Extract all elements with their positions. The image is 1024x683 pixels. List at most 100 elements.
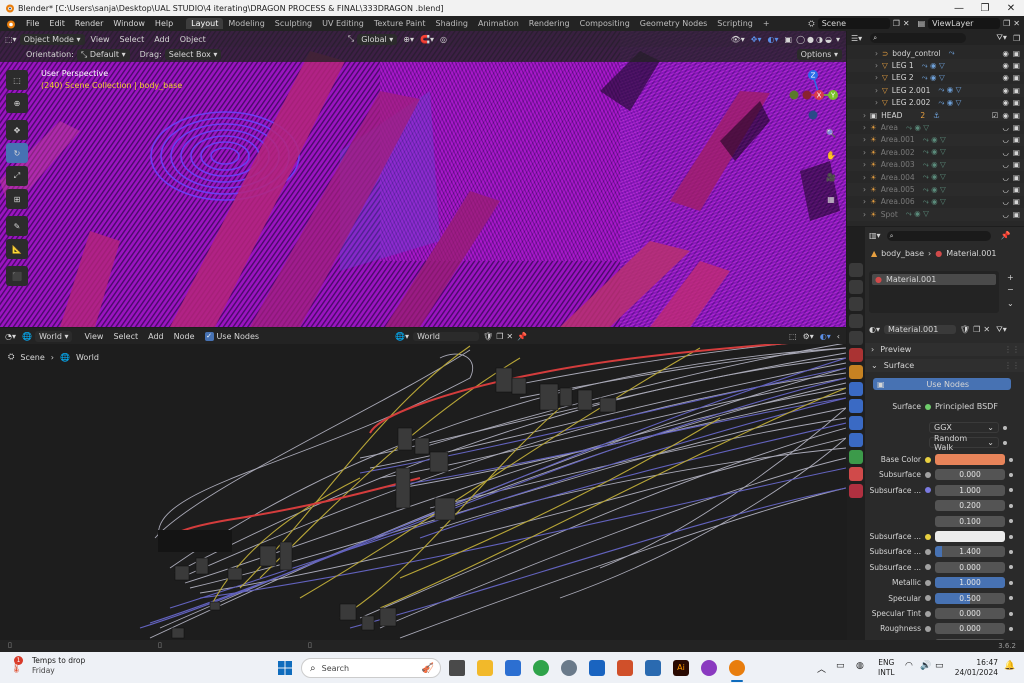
view-layer-tab-icon[interactable] (849, 314, 863, 328)
node-editor-type-icon[interactable]: ◔▾ (5, 332, 16, 341)
expand-chevron-icon[interactable]: › (863, 173, 866, 182)
material-slot-list[interactable]: ● Material.001 (869, 271, 999, 313)
outliner-editor-icon[interactable]: ☰▾ (851, 34, 862, 43)
shader-input-value[interactable] (935, 454, 1005, 465)
tab-shading[interactable]: Shading (430, 18, 473, 29)
tab-texture-paint[interactable]: Texture Paint (369, 18, 431, 29)
annotate-tool[interactable]: ✎ (6, 216, 28, 236)
shader-input-value[interactable]: 0.200 (935, 500, 1005, 512)
socket-dot-icon[interactable] (925, 610, 931, 617)
eye-closed-icon[interactable]: ◡ (1002, 148, 1009, 157)
render-camera-icon[interactable]: ▣ (1013, 73, 1020, 82)
shading-rendered-icon[interactable]: ◒ (825, 35, 832, 44)
outliner-item-name[interactable]: LEG 1 (892, 61, 914, 70)
expand-chevron-icon[interactable]: › (875, 73, 878, 82)
expand-chevron-icon[interactable]: › (863, 197, 866, 206)
new-view-layer-icon[interactable]: ❐ (1003, 19, 1010, 28)
perspective-grid-icon[interactable]: ▦ (822, 190, 840, 208)
shader-input-value[interactable]: 0.500 (935, 592, 1005, 604)
menu-file[interactable]: File (21, 19, 44, 28)
world-browse-icon[interactable]: 🌐▾ (395, 332, 409, 341)
tab-uv-editing[interactable]: UV Editing (317, 18, 369, 29)
texture-tab-icon[interactable] (849, 484, 863, 498)
viewport-menu-select[interactable]: Select (116, 34, 149, 45)
viewport-menu-view[interactable]: View (87, 34, 114, 45)
tab-geometry-nodes[interactable]: Geometry Nodes (635, 18, 712, 29)
pan-hand-icon[interactable]: ✋ (822, 146, 840, 164)
use-nodes-checkbox[interactable]: ✓ (204, 331, 214, 341)
world-unlink-icon[interactable]: ✕ (506, 332, 513, 341)
eye-closed-icon[interactable]: ◡ (1002, 197, 1009, 206)
scene-field[interactable]: Scene (817, 18, 890, 29)
navigation-gizmo[interactable]: Z Y X (786, 67, 842, 123)
shader-input-value[interactable] (935, 531, 1005, 542)
modifier-tab-icon[interactable] (849, 382, 863, 396)
eye-icon[interactable]: ◉ (1002, 98, 1009, 107)
node-overlay-toggle-icon[interactable]: ◐▾ (820, 332, 831, 341)
move-tool[interactable]: ✥ (6, 120, 28, 140)
select-box-tool[interactable]: ⬚ (6, 70, 28, 90)
render-camera-icon[interactable]: ▣ (1013, 185, 1020, 194)
eye-icon[interactable]: ◉ (1002, 73, 1009, 82)
close-icon[interactable]: ✕ (998, 3, 1024, 14)
tab-scripting[interactable]: Scripting (712, 18, 758, 29)
blender-menu-icon[interactable] (4, 18, 16, 30)
shader-input-value[interactable]: 1.400 (935, 546, 1005, 558)
surface-shader-value[interactable]: Principled BSDF (935, 402, 998, 411)
world-fake-user-icon[interactable]: 🛡 (483, 332, 493, 341)
add-workspace-button[interactable]: + (758, 18, 775, 29)
outliner-row[interactable]: › ☀ Area.001 ⤳ ◉ ▽ ◡ ▣ (847, 133, 1024, 147)
world-datablock-field[interactable]: World (413, 331, 480, 341)
world-pin-icon[interactable]: 📌 (517, 332, 527, 341)
viewport-menu-add[interactable]: Add (150, 34, 174, 45)
viewport-menu-object[interactable]: Object (176, 34, 210, 45)
outliner-row[interactable]: › ☀ Area.005 ⤳ ◉ ▽ ◡ ▣ (847, 183, 1024, 196)
constraints-tab-icon[interactable] (849, 433, 863, 447)
outliner-row[interactable]: › ☀ Area.002 ⤳ ◉ ▽ ◡ ▣ (847, 146, 1024, 158)
world-tab-icon[interactable] (849, 348, 863, 362)
start-button-icon[interactable] (277, 660, 293, 676)
socket-dot-icon[interactable] (925, 564, 931, 571)
outliner-row[interactable]: › ▣ HEAD 2 ⚓ ☑ ◉ ▣ (847, 109, 1024, 122)
menu-help[interactable]: Help (150, 19, 178, 28)
material-browse-icon[interactable]: ◐▾ (869, 325, 880, 334)
zoom-icon[interactable]: 🔍 (822, 124, 840, 142)
outliner-row[interactable]: › ☀ Area.003 ⤳ ◉ ▽ ◡ ▣ (847, 158, 1024, 171)
shader-input-value[interactable]: 1.000 (935, 484, 1005, 496)
outliner-search-field[interactable]: ⌕ (870, 33, 967, 43)
drag-dropdown[interactable]: Select Box ▾ (164, 49, 222, 60)
tab-layout[interactable]: Layout (186, 18, 224, 29)
outliner-item-name[interactable]: Area.004 (881, 173, 915, 182)
gizmo-toggle-icon[interactable]: ✥▾ (751, 35, 762, 44)
sidebar-toggle-icon[interactable]: ‹ (837, 332, 840, 341)
socket-dot-icon[interactable] (925, 471, 931, 478)
shader-input-value[interactable]: 1.000 (935, 577, 1005, 589)
add-cube-tool[interactable]: ⬛ (6, 266, 28, 286)
language-indicator[interactable]: ENG INTL (878, 658, 895, 678)
scene-tab-icon[interactable] (849, 331, 863, 345)
tool-tab-icon[interactable] (849, 263, 863, 277)
outliner-row[interactable]: › ▽ LEG 2.001 ⤳ ◉ ▽ ◉ ▣ (847, 84, 1024, 97)
render-camera-icon[interactable]: ▣ (1013, 160, 1020, 169)
render-camera-icon[interactable]: ▣ (1013, 123, 1020, 132)
expand-chevron-icon[interactable]: › (875, 98, 878, 107)
render-camera-icon[interactable]: ▣ (1013, 210, 1020, 219)
volume-icon[interactable]: 🔊 (920, 661, 931, 671)
outliner-row[interactable]: › ▽ LEG 1 ⤳ ◉ ▽ ◉ ▣ (847, 59, 1024, 72)
slot-add-icon[interactable]: + (1007, 273, 1014, 282)
chrome-icon[interactable] (533, 660, 549, 676)
eye-closed-icon[interactable]: ◡ (1002, 185, 1009, 194)
battery-icon[interactable]: ▭ (935, 661, 944, 671)
menu-render[interactable]: Render (70, 19, 108, 28)
keyframe-dot-icon[interactable] (1009, 519, 1013, 524)
eye-closed-icon[interactable]: ◡ (1002, 160, 1009, 169)
outliner-item-name[interactable]: Area.002 (881, 148, 915, 157)
expand-chevron-icon[interactable]: › (863, 210, 866, 219)
options-dropdown[interactable]: Options ▾ (796, 49, 842, 60)
keyframe-dot-icon[interactable] (1009, 472, 1013, 477)
blender-taskbar-icon[interactable] (729, 660, 745, 676)
shading-material-icon[interactable]: ◑ (816, 35, 823, 44)
cursor-tool[interactable]: ⊕ (6, 93, 28, 113)
physics-tab-icon[interactable] (849, 416, 863, 430)
outliner-item-name[interactable]: HEAD (881, 111, 902, 120)
